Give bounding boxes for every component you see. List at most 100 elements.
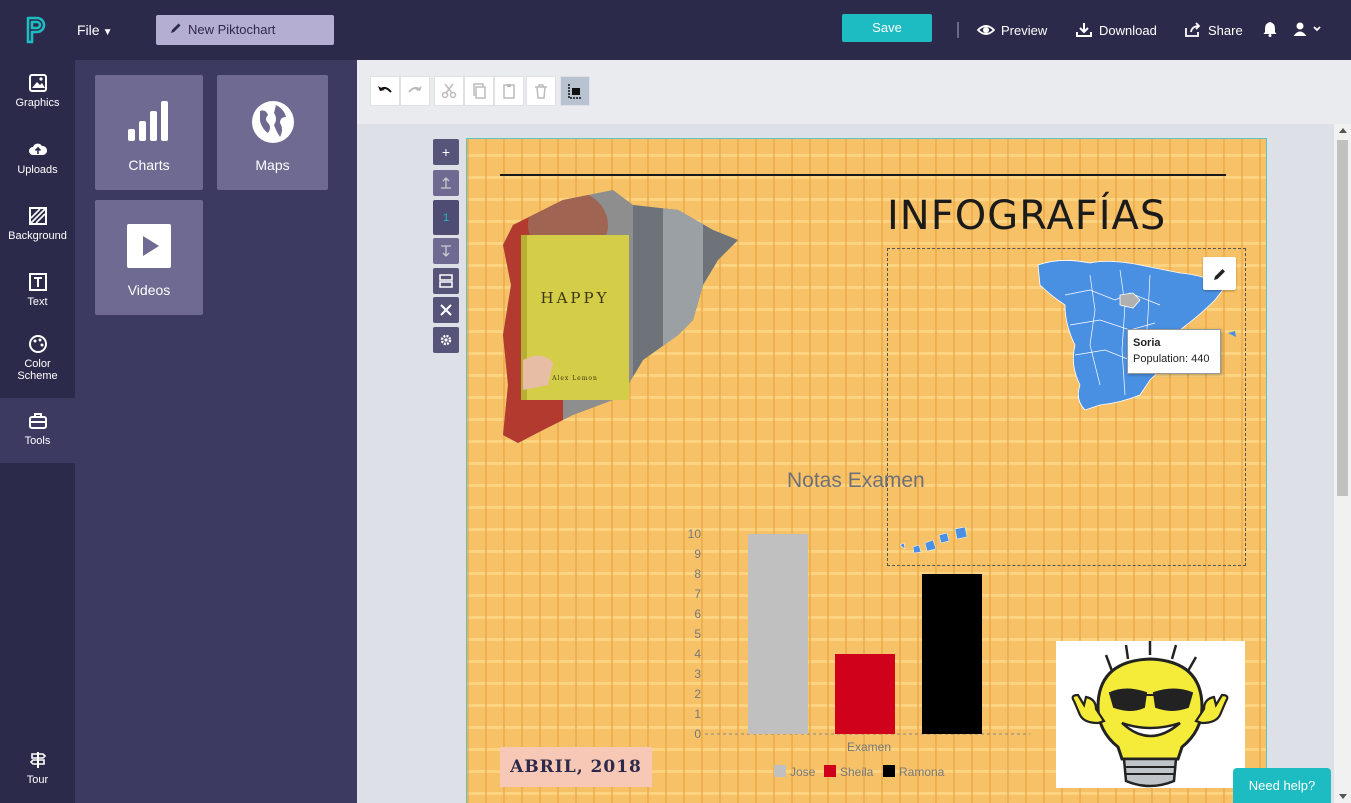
workspace-scrollbar[interactable]: [1334, 124, 1351, 803]
rail-item-tour[interactable]: Tour: [0, 750, 75, 786]
page-number: 1: [433, 200, 459, 235]
arrange-icon: [568, 84, 582, 99]
y-tick-label: 1: [694, 707, 701, 721]
y-tick-label: 2: [694, 687, 701, 701]
scrollbar-thumb[interactable]: [1337, 140, 1348, 496]
y-tick-label: 7: [694, 587, 701, 601]
rail-item-label: Tour: [26, 774, 49, 786]
rail-item-label: Uploads: [17, 164, 58, 176]
arrange-button[interactable]: [560, 76, 590, 106]
bar-sheila: [835, 654, 895, 734]
download-button[interactable]: Download: [1075, 22, 1157, 38]
copy-button[interactable]: [464, 76, 494, 106]
tile-maps[interactable]: Maps: [217, 75, 328, 190]
trash-icon: [535, 84, 547, 99]
cut-button[interactable]: [434, 76, 464, 106]
file-menu[interactable]: File ▼: [77, 22, 112, 38]
pencil-icon: [171, 23, 181, 33]
rail-item-uploads[interactable]: Uploads: [0, 140, 75, 176]
legend-label: Jose: [790, 765, 816, 779]
paste-button[interactable]: [494, 76, 524, 106]
y-tick-label: 4: [694, 647, 701, 661]
save-button[interactable]: Save: [842, 14, 932, 42]
move-block-up-button[interactable]: [433, 170, 459, 196]
delete-block-button[interactable]: [433, 297, 459, 323]
signpost-icon: [29, 752, 46, 768]
tile-videos[interactable]: Videos: [95, 200, 203, 315]
image-icon: [28, 74, 47, 92]
share-button[interactable]: Share: [1184, 22, 1243, 38]
rail-item-label: Background: [8, 230, 67, 242]
legend-label: Sheila: [840, 765, 874, 779]
scroll-up-arrow-icon[interactable]: [1339, 128, 1347, 133]
bar-chart[interactable]: 0 1 2 3 4 5 6 7 8 9 10 Examen Jose Sheila Ramona: [660, 520, 1060, 790]
text-icon: [28, 273, 47, 291]
bar-ramona: [922, 574, 982, 734]
legend-swatch: [824, 765, 836, 777]
preview-button[interactable]: Preview: [977, 22, 1047, 38]
share-label: Share: [1208, 22, 1243, 38]
download-icon: [1076, 23, 1092, 37]
move-down-icon: [441, 245, 451, 257]
download-label: Download: [1099, 22, 1157, 38]
piktochart-logo-icon[interactable]: [24, 16, 48, 44]
map-tooltip: Soria Population: 440: [1127, 329, 1221, 374]
document-title: New Piktochart: [188, 22, 276, 37]
tools-panel: Charts Maps Videos: [75, 60, 357, 803]
rail-item-label: Text: [27, 296, 48, 308]
document-title-field[interactable]: New Piktochart: [156, 15, 334, 45]
rail-item-graphics[interactable]: Graphics: [0, 73, 75, 109]
close-icon: [440, 304, 452, 316]
chevron-down-icon: ▼: [102, 27, 113, 38]
infographic-title[interactable]: INFOGRAFÍAS: [887, 193, 1166, 239]
plus-icon: +: [441, 144, 451, 160]
bar-chart-icon: [128, 101, 168, 141]
legend-swatch: [883, 765, 895, 777]
lightbulb-sunglasses-image[interactable]: [1056, 641, 1245, 788]
pencil-icon: [1213, 268, 1225, 280]
move-block-down-button[interactable]: [433, 238, 459, 264]
bell-icon[interactable]: [1263, 21, 1277, 37]
redo-button[interactable]: [400, 76, 430, 106]
map-edit-button[interactable]: [1203, 257, 1236, 290]
rail-item-label-line2: Scheme: [17, 370, 58, 382]
share-icon: [1185, 22, 1201, 37]
redo-icon: [408, 86, 422, 93]
cloud-upload-icon: [28, 143, 47, 155]
chart-title[interactable]: Notas Examen: [787, 469, 925, 493]
left-rail: Graphics Uploads Background Text Color S…: [0, 60, 75, 803]
gear-icon: [440, 334, 452, 346]
date-badge[interactable]: ABRIL, 2018: [500, 747, 652, 787]
need-help-button[interactable]: Need help?: [1233, 768, 1331, 803]
canvas-divider-line[interactable]: [500, 174, 1226, 176]
delete-button[interactable]: [526, 76, 556, 106]
scroll-down-arrow-icon[interactable]: [1339, 794, 1347, 799]
tile-charts[interactable]: Charts: [95, 75, 203, 190]
move-up-icon: [441, 177, 451, 189]
toolbox-icon: [28, 413, 47, 429]
user-menu-icon[interactable]: [1293, 21, 1321, 37]
y-tick-label: 9: [694, 547, 701, 561]
legend-swatch: [774, 765, 786, 777]
rail-item-tools[interactable]: Tools: [0, 398, 75, 463]
paste-icon: [503, 84, 515, 99]
preview-label: Preview: [1001, 22, 1048, 38]
play-icon: [127, 224, 171, 268]
rail-item-text[interactable]: Text: [0, 272, 75, 308]
copy-icon: [473, 83, 486, 99]
add-block-button[interactable]: +: [433, 139, 459, 165]
rail-item-background[interactable]: Background: [0, 206, 75, 242]
scissors-icon: [441, 83, 457, 99]
bar-jose: [748, 534, 808, 734]
globe-icon: [251, 101, 294, 143]
book-photo-image[interactable]: HAPPY Alex Lemon: [503, 185, 740, 443]
block-settings-button[interactable]: [433, 327, 459, 353]
tooltip-region: Soria: [1133, 337, 1161, 349]
y-tick-label: 3: [694, 667, 701, 681]
rail-item-color-scheme[interactable]: Color Scheme: [0, 334, 75, 382]
x-axis-label: Examen: [847, 740, 891, 754]
book-cover-author: Alex Lemon: [551, 375, 598, 382]
y-tick-label: 10: [688, 527, 702, 541]
undo-button[interactable]: [370, 76, 400, 106]
duplicate-block-button[interactable]: [433, 268, 459, 294]
